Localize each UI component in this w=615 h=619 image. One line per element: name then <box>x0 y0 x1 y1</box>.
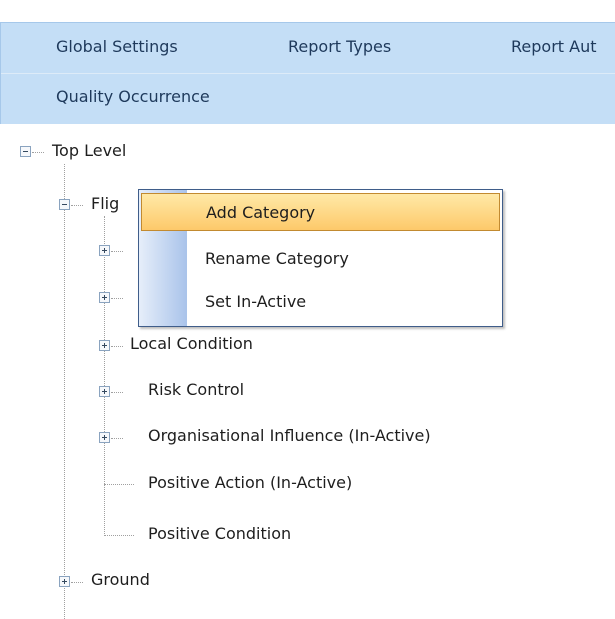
tree-node-ground[interactable]: Ground <box>91 570 150 589</box>
tree-connector <box>111 438 123 439</box>
tree-node-risk-control[interactable]: Risk Control <box>148 380 244 399</box>
tree-node-organisational-influence[interactable]: Organisational Influence (In-Active) <box>148 426 431 445</box>
tree-connector <box>104 216 105 536</box>
tree-connector <box>71 582 83 583</box>
tree-node-flight[interactable]: Flig <box>91 194 119 213</box>
tree-connector <box>111 392 123 393</box>
expand-icon[interactable] <box>99 245 110 256</box>
expand-icon[interactable] <box>99 340 110 351</box>
menu-item-set-in-active[interactable]: Set In-Active <box>141 283 500 321</box>
tree-node-local-condition[interactable]: Local Condition <box>130 334 253 353</box>
tree-node-top-level[interactable]: Top Level <box>52 141 126 160</box>
tree-connector <box>111 298 123 299</box>
expand-icon[interactable] <box>99 432 110 443</box>
tree-connector <box>64 164 65 619</box>
tab-global-settings[interactable]: Global Settings <box>56 37 178 56</box>
menu-item-rename-category[interactable]: Rename Category <box>141 240 500 278</box>
collapse-icon[interactable] <box>20 146 31 157</box>
tab-quality-occurrence[interactable]: Quality Occurrence <box>56 87 210 106</box>
tab-row-divider <box>1 73 615 74</box>
menu-item-add-category[interactable]: Add Category <box>141 193 500 231</box>
expand-icon[interactable] <box>59 576 70 587</box>
tree-node-positive-action[interactable]: Positive Action (In-Active) <box>148 473 352 492</box>
tree-connector <box>111 251 123 252</box>
expand-icon[interactable] <box>99 386 110 397</box>
menu-item-label: Set In-Active <box>205 292 307 311</box>
tree-connector <box>104 484 134 485</box>
tree-connector <box>32 152 44 153</box>
context-menu: Add Category Rename Category Set In-Acti… <box>138 189 503 327</box>
tab-report-types[interactable]: Report Types <box>288 37 391 56</box>
tab-report-aut[interactable]: Report Aut <box>511 37 596 56</box>
menu-item-label: Rename Category <box>205 249 349 268</box>
tab-bar: Global Settings Report Types Report Aut … <box>0 22 615 124</box>
collapse-icon[interactable] <box>59 199 70 210</box>
menu-item-label: Add Category <box>206 203 316 222</box>
tree-node-positive-condition[interactable]: Positive Condition <box>148 524 291 543</box>
tree-connector <box>111 346 123 347</box>
tree-connector <box>104 535 134 536</box>
tree-connector <box>71 205 83 206</box>
expand-icon[interactable] <box>99 292 110 303</box>
